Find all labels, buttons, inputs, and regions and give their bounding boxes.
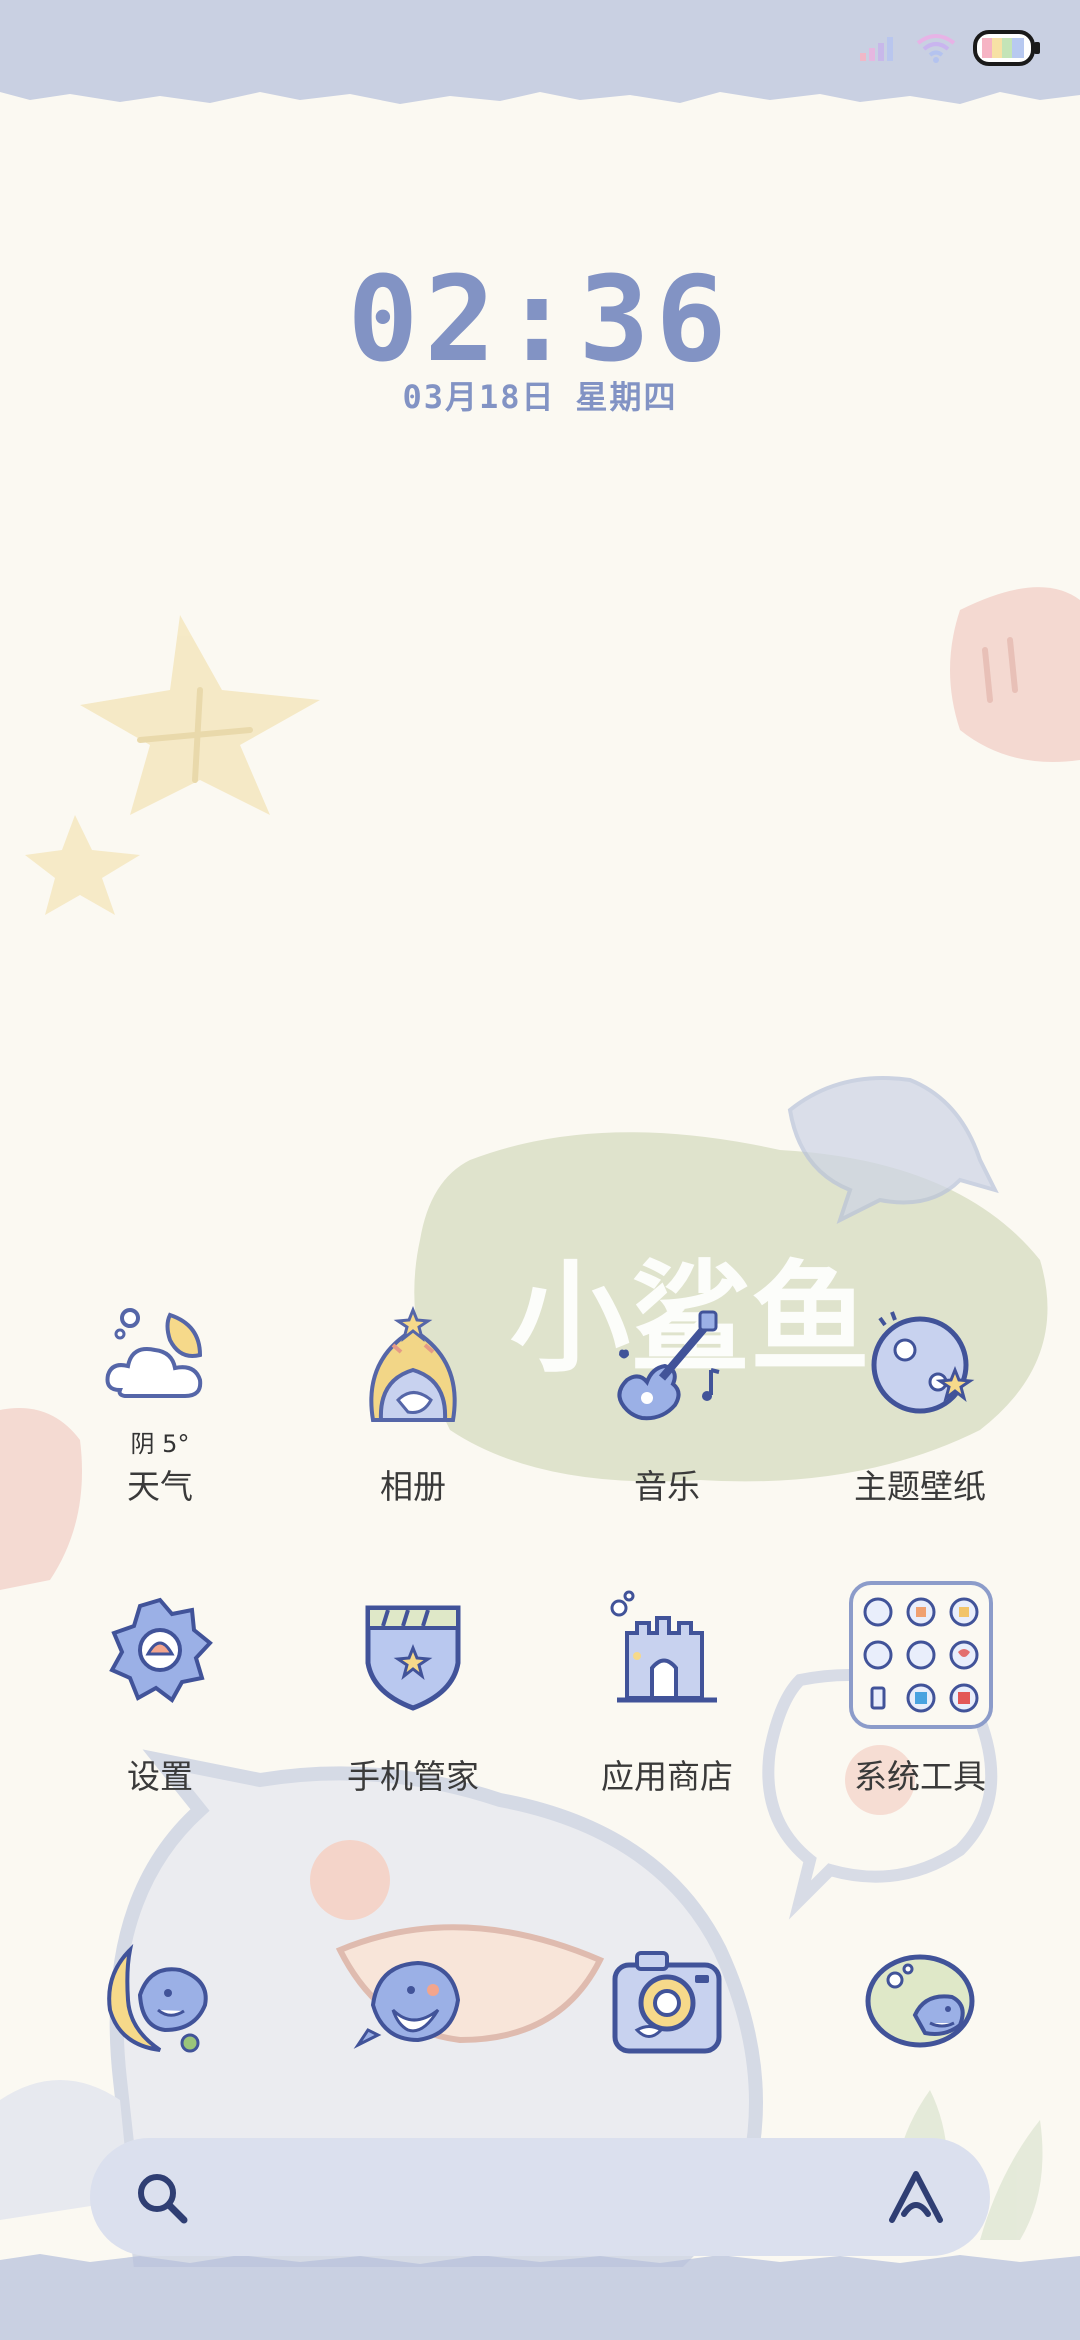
date-month-day: 03月18日 [402,378,556,416]
guitar-icon [617,1310,720,1421]
wifi-icon [916,34,956,63]
planet-icon [871,1311,975,1414]
battery-icon [973,30,1040,66]
clock-date[interactable]: 03月18日 星期四 [0,372,1080,418]
dock-messages[interactable] [293,1935,533,2075]
app-label: 主题壁纸 [854,1467,986,1506]
search-icon[interactable] [132,2168,192,2228]
castle-icon [610,1590,717,1703]
app-security[interactable]: 手机管家 [293,1588,533,1798]
dock-browser[interactable] [800,1935,1040,2075]
date-weekday: 星期四 [575,378,678,416]
dock-camera[interactable] [547,1935,787,2075]
dock-phone[interactable] [40,1935,280,2075]
app-label: 相册 [380,1467,446,1506]
app-gallery[interactable]: 相册 [293,1300,533,1520]
shark-moon-icon [107,1943,208,2053]
signal-bars-icon [860,37,893,61]
camera-icon [612,1951,722,2054]
app-store[interactable]: 应用商店 [547,1588,787,1798]
app-label: 设置 [127,1757,193,1796]
app-system-tools[interactable]: 系统工具 [800,1580,1040,1798]
gear-icon [109,1597,213,1703]
shark-bubble-icon [353,1960,461,2049]
assistant-icon[interactable] [884,2166,948,2230]
status-bar [0,0,1080,100]
starfish-small-decoration [25,815,140,915]
app-label: 系统工具 [854,1757,986,1796]
shell-decoration [950,587,1080,762]
folder-icon [849,1581,993,1729]
shark-hood-icon [369,1305,457,1422]
app-label: 应用商店 [601,1757,733,1796]
cloud-moon-icon [105,1308,203,1398]
clock-time[interactable]: 02:36 [0,250,1080,388]
shield-icon [365,1605,461,1711]
app-label: 天气 [127,1467,193,1506]
weather-summary: 阴 5° [130,1430,190,1458]
app-music[interactable]: 音乐 [547,1300,787,1520]
app-settings[interactable]: 设置 [40,1588,280,1798]
app-label: 音乐 [634,1467,700,1506]
app-weather[interactable]: 阴 5° 天气 [40,1300,280,1520]
search-bar[interactable] [90,2138,990,2256]
starfish-decoration [80,615,320,815]
app-label: 手机管家 [347,1757,479,1796]
app-themes[interactable]: 主题壁纸 [800,1300,1040,1520]
shark-sphere-icon [865,1954,975,2048]
